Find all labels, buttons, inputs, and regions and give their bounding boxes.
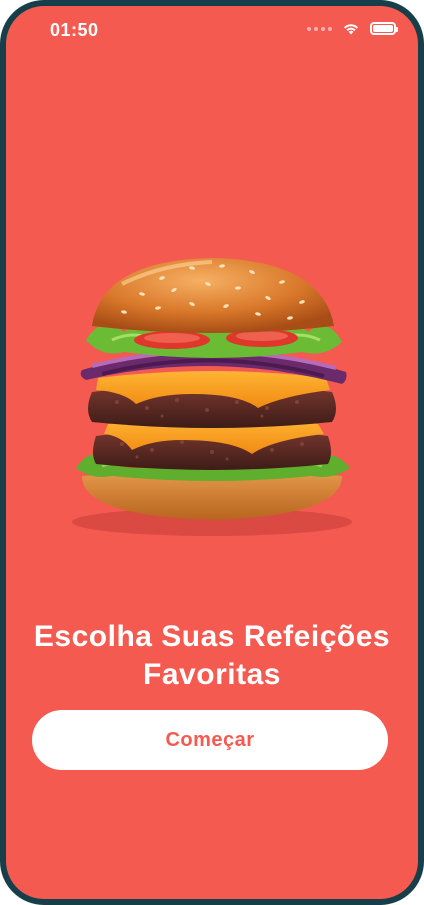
start-button[interactable]: Começar bbox=[32, 710, 388, 770]
hamburger-image bbox=[72, 258, 352, 536]
wifi-icon bbox=[344, 24, 358, 35]
onboarding-screen: 01:50 Escolha Suas Refeições Favoritas C… bbox=[6, 6, 418, 899]
status-bar: 01:50 bbox=[6, 6, 418, 58]
status-icons bbox=[307, 22, 398, 35]
status-time: 01:50 bbox=[50, 20, 99, 40]
battery-icon bbox=[370, 22, 398, 35]
headline-line-1: Escolha Suas Refeições bbox=[33, 620, 391, 654]
headline: Escolha Suas Refeições Favoritas bbox=[6, 618, 418, 694]
signal-icon bbox=[307, 26, 332, 31]
headline-line-2: Favoritas bbox=[143, 658, 281, 692]
phone-frame: 01:50 Escolha Suas Refeições Favoritas C… bbox=[0, 0, 424, 905]
